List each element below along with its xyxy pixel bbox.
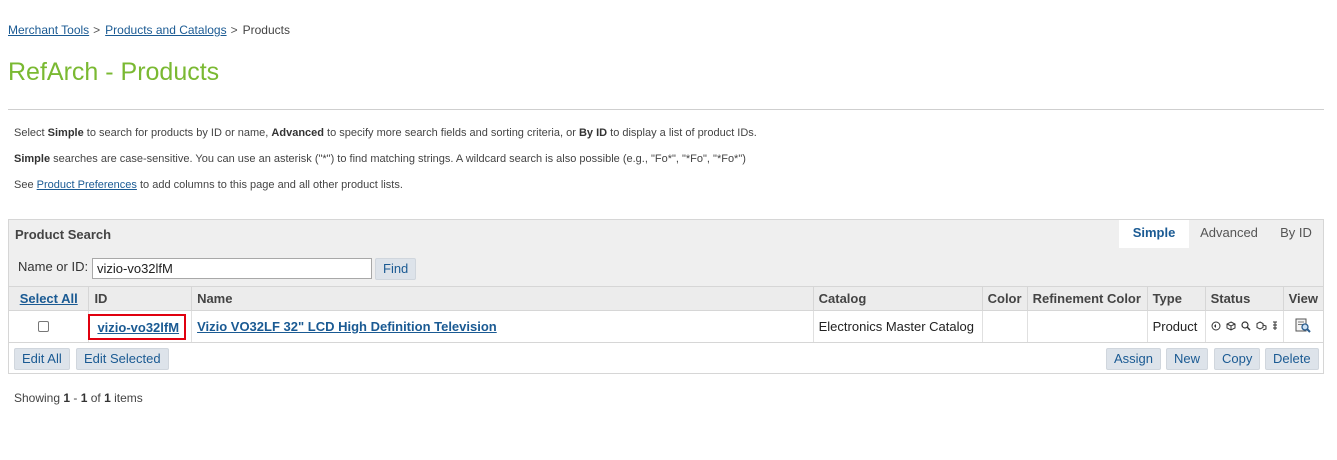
bundle-icon	[1256, 321, 1267, 334]
help-line-case-sensitive: Simple searches are case-sensitive. You …	[14, 153, 746, 165]
catalog-cell: Electronics Master Catalog	[813, 310, 983, 343]
edit-all-button[interactable]: Edit All	[14, 348, 70, 370]
panel-header: Product Search Simple Advanced By ID Nam…	[9, 220, 1323, 286]
tab-advanced[interactable]: Advanced	[1189, 220, 1269, 248]
view-cell	[1283, 310, 1323, 343]
color-cell	[982, 310, 1028, 343]
help-bold: By ID	[578, 127, 608, 139]
product-search-panel: Product Search Simple Advanced By ID Nam…	[8, 219, 1324, 374]
table-footer: Edit All Edit Selected Assign New Copy D…	[9, 344, 1323, 374]
delete-button[interactable]: Delete	[1265, 348, 1319, 370]
breadcrumb-separator: >	[93, 23, 101, 37]
summary-text: Showing	[14, 391, 64, 405]
help-text: to display a list of product IDs.	[607, 127, 757, 139]
product-preferences-link[interactable]: Product Preferences	[37, 179, 137, 191]
product-name-link[interactable]: Vizio VO32LF 32" LCD High Definition Tel…	[197, 319, 497, 334]
refinement-color-cell	[1027, 310, 1148, 343]
refinement-color-header[interactable]: Refinement Color	[1027, 286, 1148, 311]
view-header: View	[1283, 286, 1323, 311]
help-text: to search for products by ID or name,	[83, 127, 272, 139]
status-cell	[1205, 310, 1284, 343]
help-line-search-modes: Select Simple to search for products by …	[14, 127, 757, 139]
summary-text: -	[70, 391, 81, 405]
help-bold: Simple	[47, 127, 84, 139]
row-checkbox[interactable]	[38, 321, 49, 332]
tab-simple[interactable]: Simple	[1119, 220, 1189, 248]
row-select-cell	[9, 310, 90, 343]
help-bold: Advanced	[271, 127, 324, 139]
name-or-id-label: Name or ID:	[18, 259, 89, 274]
help-text: searches are case-sensitive. You can use…	[50, 153, 746, 165]
name-header[interactable]: Name	[191, 286, 814, 311]
copy-button[interactable]: Copy	[1214, 348, 1261, 370]
product-id-link[interactable]: vizio-vo32lfM	[97, 320, 179, 335]
table-header-row: Select All ID Name Catalog Color Refinem…	[9, 286, 1323, 311]
breadcrumb-current: Products	[242, 23, 290, 37]
help-bold: Simple	[14, 153, 51, 165]
breadcrumb: Merchant Tools > Products and Catalogs > Pro…	[8, 23, 290, 37]
table-row: vizio-vo32lfM Vizio VO32LF 32" LCD High …	[9, 310, 1323, 343]
summary-text: of	[87, 391, 105, 405]
page-title: RefArch - Products	[8, 58, 220, 86]
status-header: Status	[1205, 286, 1284, 311]
help-text: to specify more search fields and sortin…	[324, 127, 579, 139]
help-text: See	[14, 179, 37, 191]
help-line-preferences: See Product Preferences to add columns t…	[14, 179, 403, 191]
pagination-summary: Showing 1 - 1 of 1 items	[14, 391, 143, 405]
type-cell: Product	[1147, 310, 1206, 343]
variation-icon	[1272, 321, 1278, 334]
find-button[interactable]: Find	[375, 258, 417, 280]
searchable-icon	[1240, 321, 1251, 334]
breadcrumb-separator: >	[230, 23, 238, 37]
online-status-icon	[1211, 321, 1221, 334]
summary-text: items	[110, 391, 143, 405]
help-text: Select	[14, 127, 48, 139]
search-input[interactable]	[92, 258, 372, 279]
catalog-header[interactable]: Catalog	[813, 286, 983, 311]
divider	[8, 109, 1324, 110]
new-button[interactable]: New	[1166, 348, 1209, 370]
breadcrumb-products-and-catalogs[interactable]: Products and Catalogs	[105, 23, 226, 37]
select-all-header: Select All	[9, 286, 90, 311]
color-header[interactable]: Color	[982, 286, 1028, 311]
breadcrumb-merchant-tools[interactable]: Merchant Tools	[8, 23, 89, 37]
assign-button[interactable]: Assign	[1106, 348, 1162, 370]
edit-selected-button[interactable]: Edit Selected	[76, 348, 169, 370]
id-header[interactable]: ID	[88, 286, 193, 311]
search-mode-tabs: Simple Advanced By ID	[1119, 220, 1323, 248]
products-table: Select All ID Name Catalog Color Refinem…	[9, 286, 1323, 343]
summary-total: 1	[104, 391, 111, 405]
view-icon[interactable]	[1295, 318, 1312, 336]
id-highlight-box: vizio-vo32lfM	[88, 313, 187, 340]
id-cell: vizio-vo32lfM	[88, 310, 193, 343]
type-header[interactable]: Type	[1147, 286, 1206, 311]
name-cell: Vizio VO32LF 32" LCD High Definition Tel…	[191, 310, 814, 343]
product-set-icon	[1226, 321, 1236, 334]
help-text: to add columns to this page and all othe…	[136, 179, 403, 191]
panel-title: Product Search	[15, 227, 112, 242]
select-all-link[interactable]: Select All	[20, 291, 78, 306]
tab-by-id[interactable]: By ID	[1269, 220, 1323, 248]
